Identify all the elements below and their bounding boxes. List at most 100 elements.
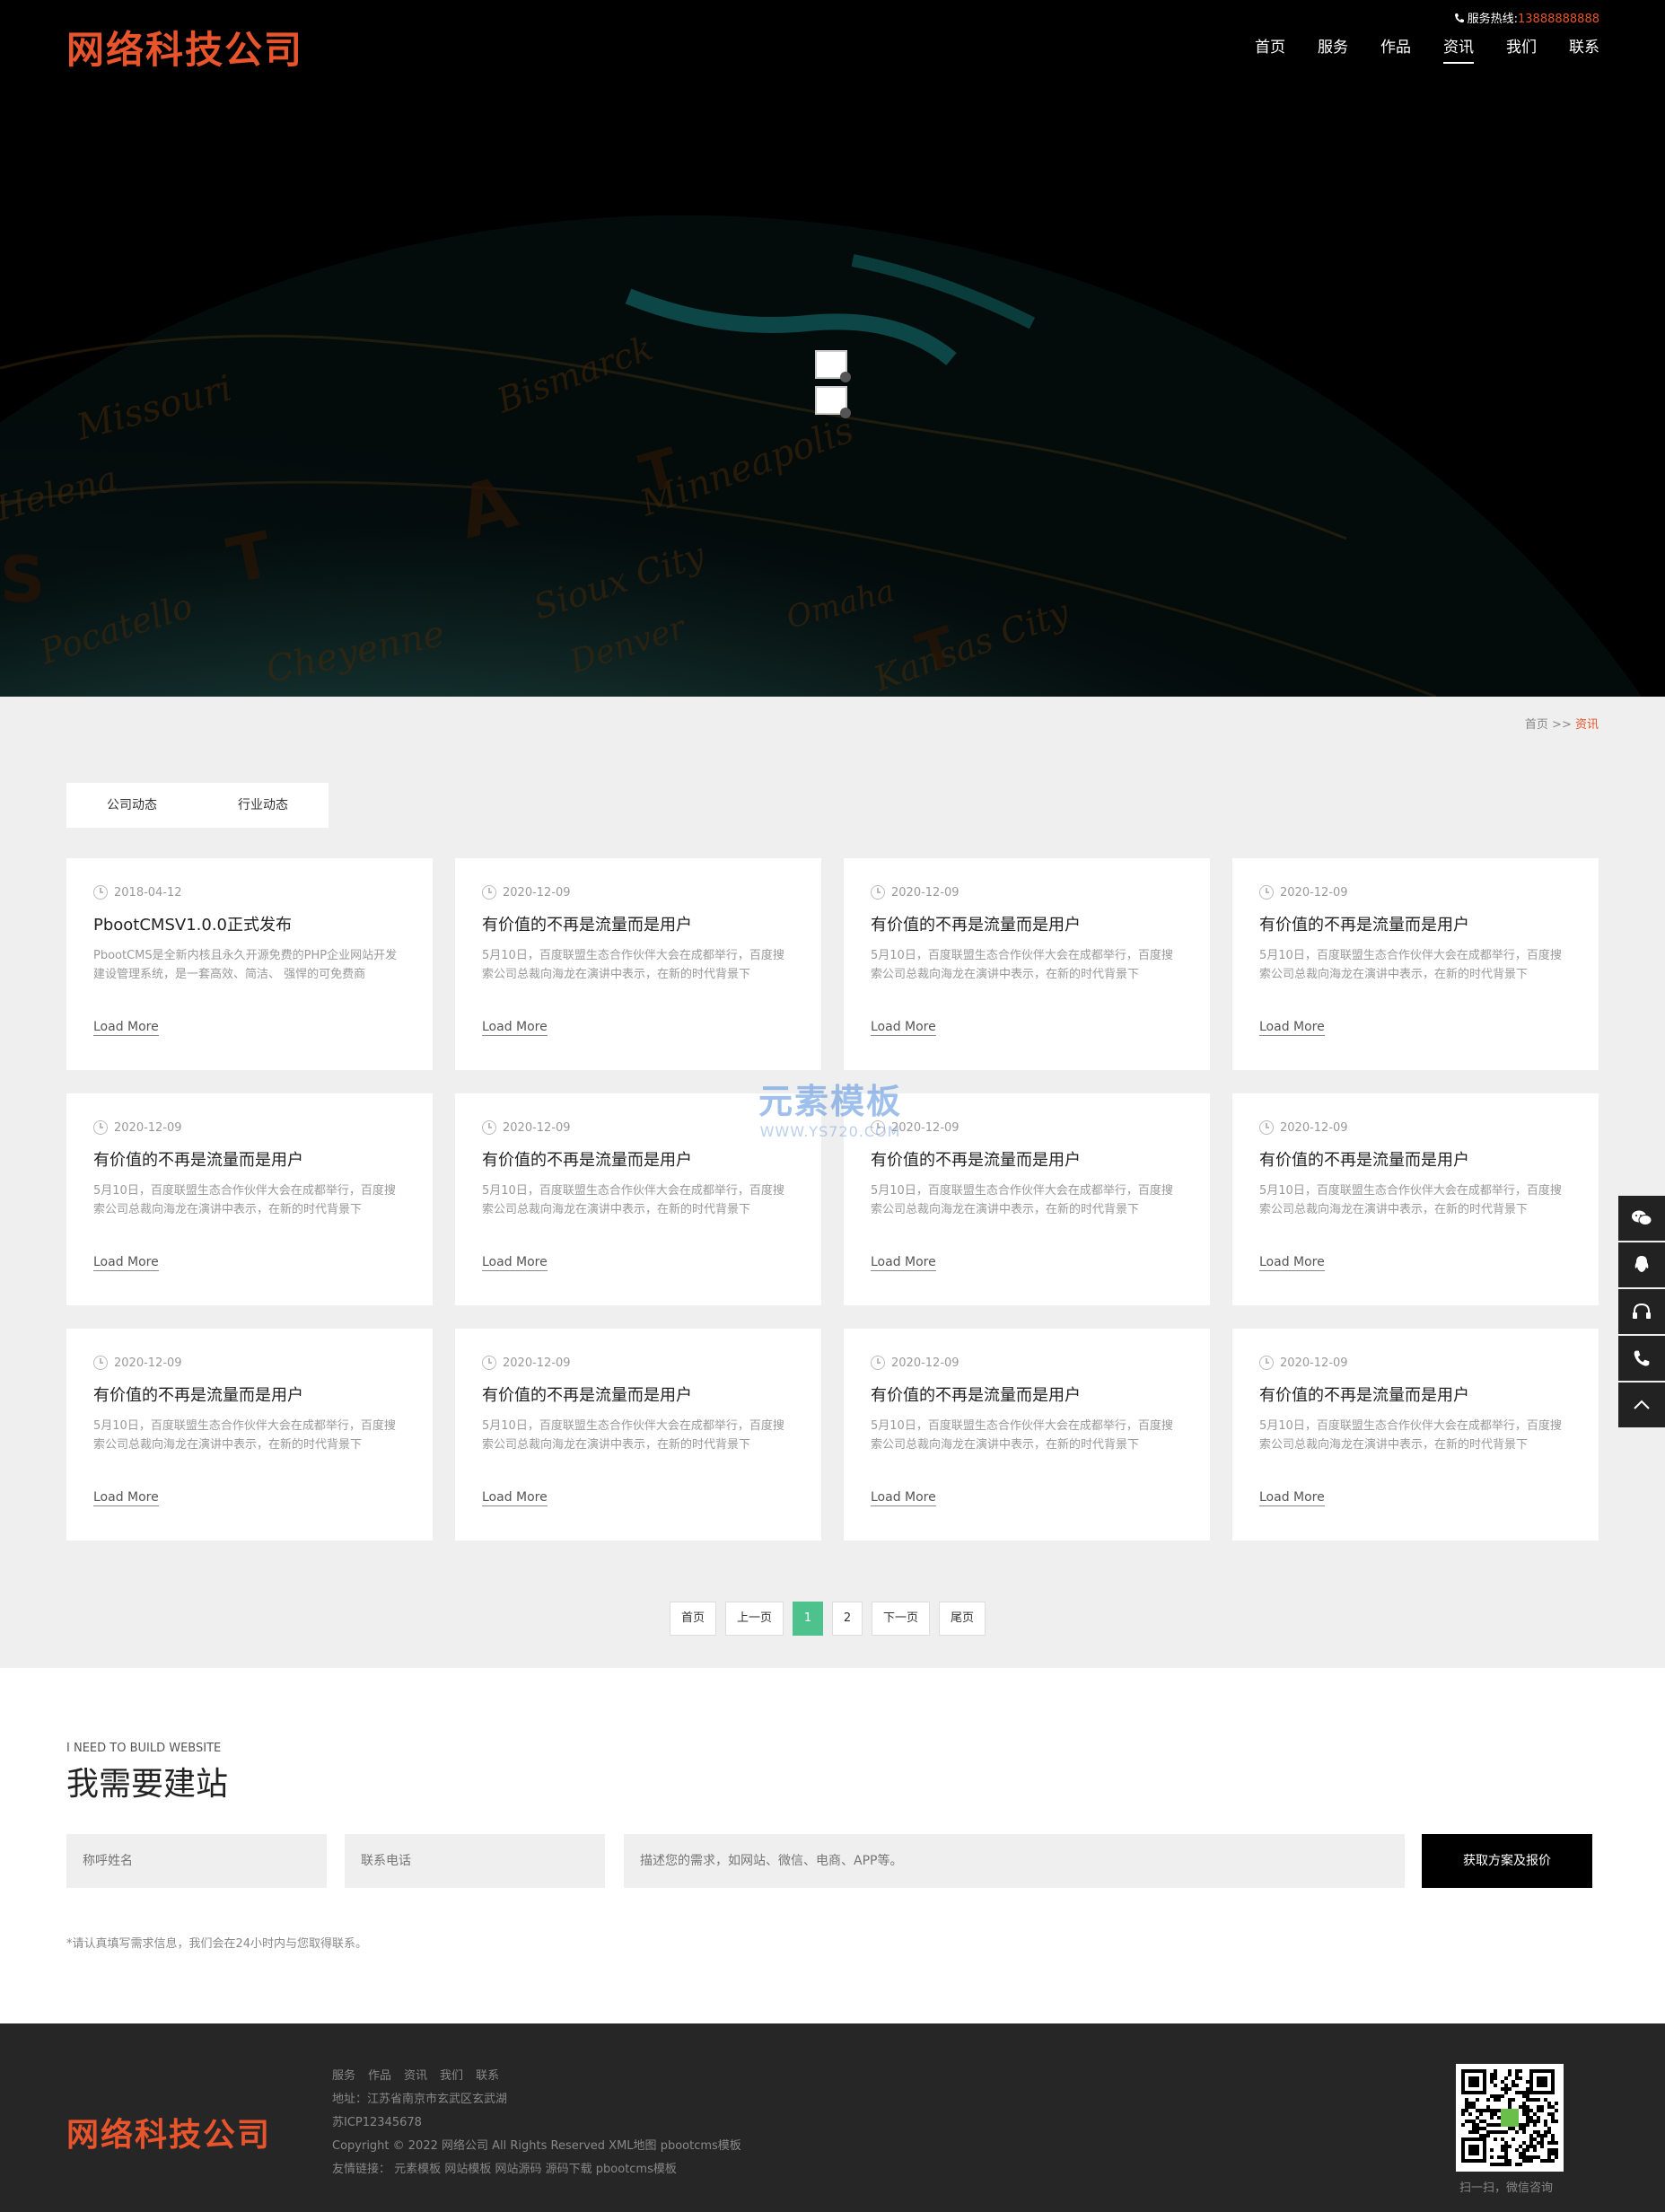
site-logo[interactable]: 网络科技公司 [66, 20, 303, 75]
news-date-text: 2020-12-09 [114, 1120, 182, 1135]
tab-company-news[interactable]: 公司动态 [66, 783, 197, 828]
headset-icon[interactable] [1618, 1289, 1665, 1334]
footer-logo[interactable]: 网络科技公司 [66, 2109, 271, 2155]
clock-icon [1259, 1356, 1274, 1370]
load-more-link[interactable]: Load More [93, 1255, 159, 1271]
name-input[interactable] [66, 1834, 327, 1888]
news-title[interactable]: 有价值的不再是流量而是用户 [93, 1382, 406, 1406]
news-summary: 5月10日，百度联盟生态合作伙伴大会在成都举行，百度搜索公司总裁向海龙在演讲中表… [871, 1184, 1173, 1216]
news-card[interactable]: 2020-12-09 有价值的不再是流量而是用户 5月10日，百度联盟生态合作伙伴大… [844, 858, 1210, 1070]
news-title[interactable]: 有价值的不再是流量而是用户 [482, 1147, 794, 1171]
news-title[interactable]: 有价值的不再是流量而是用户 [1259, 1147, 1572, 1171]
phone-input[interactable] [345, 1834, 605, 1888]
news-card[interactable]: 2020-12-09 有价值的不再是流量而是用户 5月10日，百度联盟生态合作伙伴大… [66, 1329, 433, 1540]
nav-home[interactable]: 首页 [1255, 34, 1285, 64]
clock-icon [482, 1120, 496, 1135]
breadcrumb-current[interactable]: 资讯 [1575, 718, 1599, 732]
news-card[interactable]: 2020-12-09 有价值的不再是流量而是用户 5月10日，百度联盟生态合作伙伴大… [844, 1329, 1210, 1540]
footer-link-works[interactable]: 作品 [368, 2069, 391, 2083]
news-title[interactable]: PbootCMSV1.0.0正式发布 [93, 912, 406, 935]
load-more-link[interactable]: Load More [93, 1490, 159, 1506]
page-number-button[interactable]: 2 [832, 1602, 863, 1636]
page-last-button[interactable]: 尾页 [939, 1602, 986, 1636]
tab-industry-news[interactable]: 行业动态 [197, 783, 329, 828]
footer-pbootcms-link[interactable]: pbootcms模板 [661, 2139, 741, 2153]
phone-icon[interactable] [1618, 1336, 1665, 1381]
news-summary: 5月10日，百度联盟生态合作伙伴大会在成都举行，百度搜索公司总裁向海龙在演讲中表… [93, 1419, 396, 1452]
qq-icon[interactable] [1618, 1242, 1665, 1287]
news-date-text: 2020-12-09 [891, 1356, 960, 1370]
news-title[interactable]: 有价值的不再是流量而是用户 [871, 1147, 1183, 1171]
hotline-label: 服务热线: [1467, 13, 1519, 26]
footer-link-contact[interactable]: 联系 [476, 2069, 499, 2083]
nav-service[interactable]: 服务 [1318, 34, 1348, 64]
clock-icon [93, 885, 108, 900]
news-card[interactable]: 2020-12-09 有价值的不再是流量而是用户 5月10日，百度联盟生态合作伙伴大… [1232, 1093, 1599, 1305]
news-card[interactable]: 2020-12-09 有价值的不再是流量而是用户 5月10日，百度联盟生态合作伙伴大… [844, 1093, 1210, 1305]
nav-works[interactable]: 作品 [1380, 34, 1411, 64]
news-date: 2020-12-09 [871, 1356, 1183, 1370]
page-prev-button[interactable]: 上一页 [725, 1602, 784, 1636]
footer-link-news[interactable]: 资讯 [404, 2069, 427, 2083]
page-first-button[interactable]: 首页 [670, 1602, 717, 1636]
clock-icon [482, 885, 496, 900]
news-title[interactable]: 有价值的不再是流量而是用户 [1259, 1382, 1572, 1406]
news-card[interactable]: 2020-12-09 有价值的不再是流量而是用户 5月10日，百度联盟生态合作伙伴大… [1232, 1329, 1599, 1540]
friend-link[interactable]: 网站源码 [495, 2163, 541, 2176]
friend-link[interactable]: pbootcms模板 [596, 2163, 677, 2176]
hotline: 服务热线:13888888888 [1454, 9, 1599, 26]
footer-friend-links: 友情链接： 元素模板 网站模板 网站源码 源码下载 pbootcms模板 [332, 2158, 741, 2181]
news-card[interactable]: 2020-12-09 有价值的不再是流量而是用户 5月10日，百度联盟生态合作伙伴大… [66, 1093, 433, 1305]
news-date: 2020-12-09 [1259, 885, 1572, 900]
submit-quote-button[interactable]: 获取方案及报价 [1422, 1834, 1592, 1888]
footer-xml-map-link[interactable]: XML地图 [609, 2139, 656, 2153]
news-title[interactable]: 有价值的不再是流量而是用户 [482, 1382, 794, 1406]
news-title[interactable]: 有价值的不再是流量而是用户 [93, 1147, 406, 1171]
load-more-link[interactable]: Load More [1259, 1020, 1325, 1036]
page-number-button[interactable]: 1 [793, 1602, 824, 1636]
footer-link-service[interactable]: 服务 [332, 2069, 355, 2083]
nav-about[interactable]: 我们 [1506, 34, 1537, 64]
clock-icon [482, 1356, 496, 1370]
load-more-link[interactable]: Load More [871, 1255, 936, 1271]
wechat-icon[interactable] [1618, 1196, 1665, 1241]
load-more-link[interactable]: Load More [93, 1020, 159, 1036]
load-more-link[interactable]: Load More [482, 1020, 548, 1036]
news-date: 2020-12-09 [482, 1356, 794, 1370]
page-next-button[interactable]: 下一页 [872, 1602, 931, 1636]
load-more-link[interactable]: Load More [482, 1255, 548, 1271]
load-more-link[interactable]: Load More [1259, 1490, 1325, 1506]
news-title[interactable]: 有价值的不再是流量而是用户 [871, 912, 1183, 935]
nav-contact[interactable]: 联系 [1569, 34, 1599, 64]
friend-link[interactable]: 网站模板 [444, 2163, 491, 2176]
load-more-link[interactable]: Load More [482, 1490, 548, 1506]
news-summary: 5月10日，百度联盟生态合作伙伴大会在成都举行，百度搜索公司总裁向海龙在演讲中表… [1259, 1184, 1562, 1216]
load-more-link[interactable]: Load More [871, 1490, 936, 1506]
friend-link[interactable]: 元素模板 [394, 2163, 441, 2176]
news-title[interactable]: 有价值的不再是流量而是用户 [1259, 912, 1572, 935]
news-summary: 5月10日，百度联盟生态合作伙伴大会在成都举行，百度搜索公司总裁向海龙在演讲中表… [93, 1184, 396, 1216]
requirement-input[interactable] [624, 1834, 1405, 1888]
news-card[interactable]: 2020-12-09 有价值的不再是流量而是用户 5月10日，百度联盟生态合作伙伴大… [1232, 858, 1599, 1070]
load-more-link[interactable]: Load More [1259, 1255, 1325, 1271]
news-card[interactable]: 2020-12-09 有价值的不再是流量而是用户 5月10日，百度联盟生态合作伙伴大… [455, 858, 821, 1070]
breadcrumb-home[interactable]: 首页 [1525, 718, 1548, 732]
news-summary: PbootCMS是全新内核且永久开源免费的PHP企业网站开发建设管理系统，是一套… [93, 949, 398, 981]
broken-image-icon [815, 350, 851, 382]
footer-icp[interactable]: 苏ICP12345678 [332, 2111, 741, 2135]
news-summary: 5月10日，百度联盟生态合作伙伴大会在成都举行，百度搜索公司总裁向海龙在演讲中表… [871, 949, 1173, 981]
footer-link-about[interactable]: 我们 [440, 2069, 463, 2083]
clock-icon [93, 1356, 108, 1370]
friend-link[interactable]: 源码下载 [546, 2163, 592, 2176]
news-title[interactable]: 有价值的不再是流量而是用户 [482, 912, 794, 935]
load-more-link[interactable]: Load More [871, 1020, 936, 1036]
back-to-top-icon[interactable] [1618, 1382, 1665, 1427]
news-card[interactable]: 2020-12-09 有价值的不再是流量而是用户 5月10日，百度联盟生态合作伙伴大… [455, 1093, 821, 1305]
news-title[interactable]: 有价值的不再是流量而是用户 [871, 1382, 1183, 1406]
news-summary: 5月10日，百度联盟生态合作伙伴大会在成都举行，百度搜索公司总裁向海龙在演讲中表… [1259, 1419, 1562, 1452]
news-card[interactable]: 2018-04-12 PbootCMSV1.0.0正式发布 PbootCMS是全新内… [66, 858, 433, 1070]
news-card[interactable]: 2020-12-09 有价值的不再是流量而是用户 5月10日，百度联盟生态合作伙伴大… [455, 1329, 821, 1540]
pagination: 首页 上一页 1 2 下一页 尾页 [670, 1602, 995, 1636]
nav-news[interactable]: 资讯 [1443, 34, 1474, 64]
phone-icon [1454, 13, 1464, 23]
